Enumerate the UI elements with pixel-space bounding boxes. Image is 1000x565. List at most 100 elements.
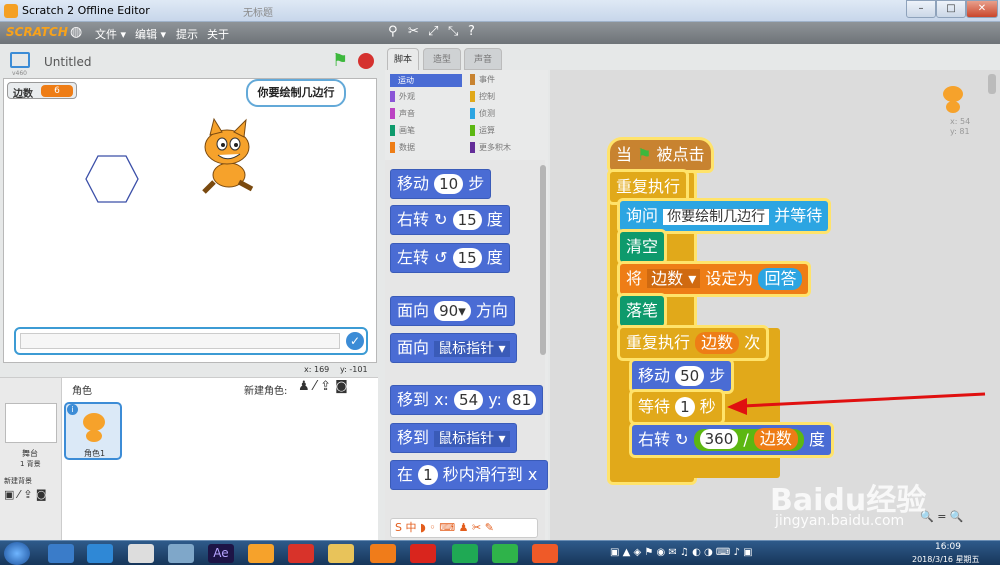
- tab-costumes[interactable]: 造型: [423, 48, 461, 70]
- globe-icon[interactable]: ◍: [70, 24, 82, 40]
- category-data[interactable]: 数据: [390, 142, 415, 153]
- menu-edit[interactable]: 编辑 ▾: [135, 26, 166, 42]
- block-input[interactable]: 50: [675, 365, 705, 386]
- minimize-button[interactable]: –: [906, 0, 936, 18]
- stage-thumbnail[interactable]: [5, 403, 57, 443]
- menu-about[interactable]: 关于: [207, 26, 229, 42]
- menu-tips[interactable]: 提示: [176, 26, 198, 42]
- category-events[interactable]: 事件: [470, 74, 495, 85]
- category-looks[interactable]: 外观: [390, 91, 415, 102]
- tray-icons[interactable]: ▣ ▲ ◈ ⚑ ◉ ✉ ♫ ◐ ◑ ⌨ ♪ ▣: [610, 547, 753, 558]
- category-sensing[interactable]: 侦测: [470, 108, 495, 119]
- block-input[interactable]: 1: [418, 464, 438, 485]
- block-input[interactable]: 1: [675, 396, 695, 417]
- annotation-arrow: [727, 392, 986, 415]
- taskbar-app-c[interactable]: [370, 544, 396, 563]
- sprite-thumbnail[interactable]: i 角色1: [64, 402, 122, 460]
- category-pen[interactable]: 画笔: [390, 125, 415, 136]
- repeat-block-label[interactable]: 重复执行 边数 次: [620, 328, 767, 358]
- taskbar-app-x[interactable]: [288, 544, 314, 563]
- divide-reporter[interactable]: 360 / 边数: [693, 428, 804, 451]
- taskbar-app-1[interactable]: [48, 544, 74, 563]
- taskbar-app-s[interactable]: [452, 544, 478, 563]
- variable-reporter[interactable]: 边数: [753, 428, 798, 450]
- category-motion[interactable]: 运动: [390, 74, 462, 87]
- tab-sounds[interactable]: 声音: [464, 48, 502, 70]
- stop-icon[interactable]: [358, 53, 374, 69]
- block-text: 面向: [397, 338, 430, 357]
- grow-icon[interactable]: ⤢: [428, 24, 438, 39]
- palette-point-towards-block[interactable]: 面向 鼠标指针 ▾: [390, 333, 517, 363]
- new-sprite-tools-icon[interactable]: ♟ ⁄ ⇪ ◙: [298, 379, 348, 394]
- when-flag-clicked-block[interactable]: 当 ⚑ 被点击: [610, 140, 711, 170]
- delete-icon[interactable]: ✂: [408, 24, 419, 39]
- palette-point-direction-block[interactable]: 面向 90▾ 方向: [390, 296, 515, 326]
- clear-block[interactable]: 清空: [620, 232, 665, 262]
- palette-turn-right-block[interactable]: 右转 ↻ 15 度: [390, 205, 510, 235]
- palette-turn-left-block[interactable]: 左转 ↺ 15 度: [390, 243, 510, 273]
- palette-goto-xy-block[interactable]: 移到 x: 54 y: 81: [390, 385, 544, 415]
- shrink-icon[interactable]: ⤡: [448, 24, 458, 39]
- set-variable-block[interactable]: 将 边数 ▾ 设定为 回答: [620, 264, 809, 294]
- variable-reporter[interactable]: 边数: [695, 331, 740, 354]
- scrollbar-vertical[interactable]: [988, 74, 996, 94]
- speech-bubble: 你要绘制几边行: [246, 79, 346, 107]
- category-control[interactable]: 控制: [470, 91, 495, 102]
- block-input[interactable]: 360: [699, 429, 739, 449]
- ime-toolbar[interactable]: S 中 ◗ ◦ ⌨ ♟ ✂ ✎: [390, 518, 538, 538]
- submit-check-icon[interactable]: ✓: [346, 332, 364, 350]
- answer-reporter[interactable]: 回答: [758, 267, 803, 290]
- category-operators[interactable]: 运算: [470, 125, 495, 136]
- block-dropdown[interactable]: 鼠标指针 ▾: [434, 431, 510, 447]
- block-input[interactable]: 54: [454, 389, 484, 410]
- palette-scrollbar[interactable]: [540, 165, 546, 355]
- block-input[interactable]: 10: [434, 173, 464, 194]
- category-more-blocks[interactable]: 更多积木: [470, 142, 511, 153]
- start-button[interactable]: [4, 542, 30, 565]
- taskbar-ie[interactable]: [87, 544, 113, 563]
- category-events-label: 事件: [479, 75, 495, 84]
- block-input[interactable]: 15: [452, 247, 482, 268]
- help-icon[interactable]: ?: [468, 24, 475, 39]
- cat-sprite[interactable]: [194, 117, 264, 197]
- palette-glide-block[interactable]: 在 1 秒内滑行到 x: [390, 460, 548, 490]
- palette-goto-block[interactable]: 移到 鼠标指针 ▾: [390, 423, 517, 453]
- taskbar-toutiao[interactable]: [410, 544, 436, 563]
- project-title[interactable]: Untitled: [44, 55, 91, 69]
- duplicate-icon[interactable]: ⚲: [388, 24, 398, 39]
- green-flag-icon[interactable]: ⚑: [332, 50, 348, 71]
- tab-scripts[interactable]: 脚本: [387, 48, 419, 70]
- block-text: 右转: [397, 210, 430, 229]
- pen-down-block[interactable]: 落笔: [620, 296, 665, 326]
- taskbar-calc[interactable]: [168, 544, 194, 563]
- stage[interactable]: 边数 6 你要绘制几边行 ✓: [3, 78, 377, 363]
- taskbar-app-green[interactable]: [492, 544, 518, 563]
- category-data-label: 数据: [399, 143, 415, 152]
- block-input[interactable]: 你要绘制几边行: [663, 209, 770, 225]
- taskbar-app-orange[interactable]: [532, 544, 558, 563]
- taskbar-scratch[interactable]: [248, 544, 274, 563]
- wait-block[interactable]: 等待 1 秒: [632, 392, 722, 422]
- block-dropdown[interactable]: 鼠标指针 ▾: [434, 341, 510, 357]
- sprite-x-readout: x: 54: [950, 117, 971, 126]
- zoom-controls[interactable]: 🔍 = 🔍: [920, 510, 964, 523]
- block-input[interactable]: 15: [452, 209, 482, 230]
- category-sound[interactable]: 声音: [390, 108, 415, 119]
- palette-move-block[interactable]: 移动 10 步: [390, 169, 492, 199]
- block-input[interactable]: 90▾: [434, 300, 471, 321]
- ask-and-wait-block[interactable]: 询问 你要绘制几边行 并等待: [620, 201, 829, 231]
- menu-file[interactable]: 文件 ▾: [95, 26, 126, 42]
- answer-input[interactable]: [20, 333, 340, 349]
- maximize-button[interactable]: □: [936, 0, 966, 18]
- backdrop-tools-icon[interactable]: ▣ ⁄ ⇪ ◙: [4, 488, 47, 501]
- block-input[interactable]: 81: [507, 389, 537, 410]
- forever-block-label[interactable]: 重复执行: [610, 172, 687, 202]
- move-steps-block[interactable]: 移动 50 步: [632, 361, 732, 391]
- close-button[interactable]: ✕: [966, 0, 998, 18]
- fullscreen-icon[interactable]: [10, 52, 30, 68]
- taskbar-ae[interactable]: Ae: [208, 544, 234, 563]
- turn-right-block[interactable]: 右转 ↻ 360 / 边数 度: [632, 425, 831, 455]
- taskbar-folder[interactable]: [328, 544, 354, 563]
- block-dropdown[interactable]: 边数 ▾: [647, 269, 701, 288]
- taskbar-panda[interactable]: [128, 544, 154, 563]
